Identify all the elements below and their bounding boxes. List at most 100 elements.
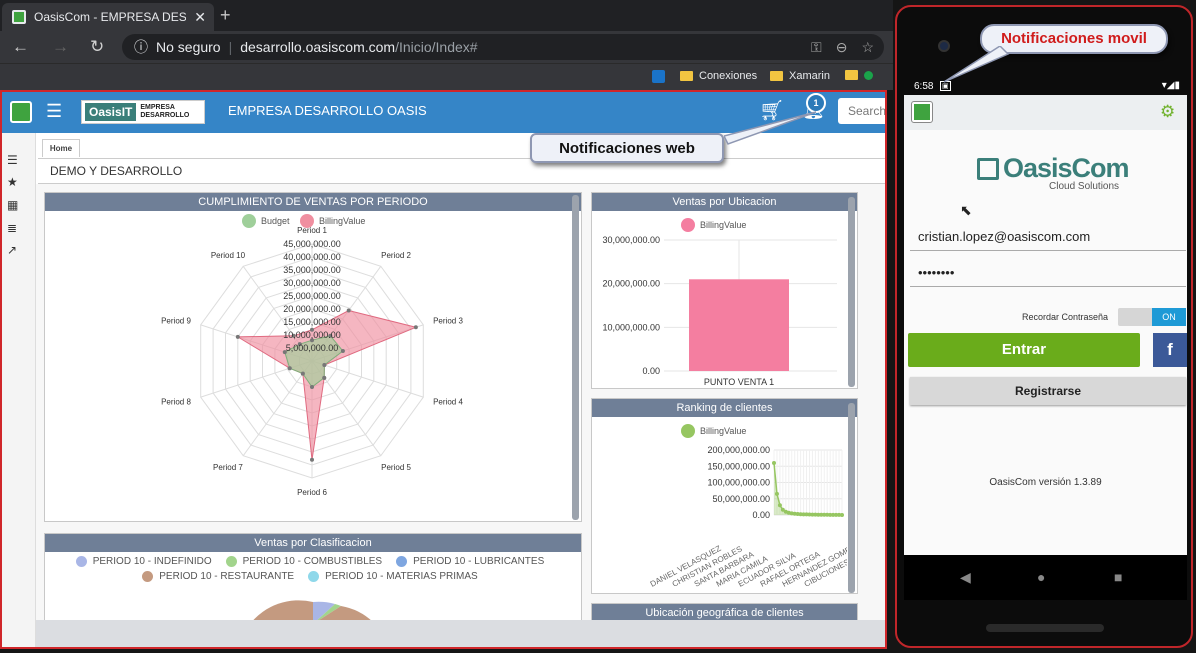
zoom-icon[interactable]: ⊖ (836, 39, 848, 56)
favicon-icon (12, 10, 26, 24)
bar-category-label: PUNTO VENTA 1 (704, 377, 774, 387)
pie-legend-swatch (225, 556, 237, 567)
key-icon[interactable]: ⚿ (811, 39, 822, 56)
bar-tick-label: 20,000,000.00 (602, 279, 660, 289)
pie-legend-item: PERIOD 10 - INDEFINIDO (75, 556, 212, 567)
left-rail: ☰ ★ ▦ ≣ ↗ (2, 133, 36, 648)
brand-logo-text: OasisIT (85, 103, 137, 121)
ranking-point (774, 491, 779, 496)
line-legend-label: BillingValue (700, 426, 746, 436)
recents-nav-icon[interactable]: ■ (1114, 569, 1122, 585)
pie-legend-row: PERIOD 10 - RESTAURANTE PERIOD 10 - MATER… (45, 571, 575, 582)
radar-tick-label: 35,000,000.00 (283, 265, 341, 275)
register-button[interactable]: Registrarse (910, 377, 1186, 405)
bar-tick-label: 10,000,000.00 (602, 322, 660, 332)
facebook-button[interactable]: f (1153, 333, 1187, 367)
info-icon[interactable]: ⓘ (134, 37, 148, 57)
radar-category-label: Period 7 (213, 463, 243, 472)
table-icon[interactable]: ≣ (7, 221, 17, 235)
app-logo-icon[interactable] (10, 101, 32, 123)
logo-tagline: Cloud Solutions (1049, 181, 1120, 192)
line-tick-label: 0.00 (752, 510, 770, 520)
radar-tick-label: 15,000,000.00 (283, 317, 341, 327)
line-tick-label: 100,000,000.00 (707, 478, 770, 488)
gear-icon[interactable]: ⚙ (1160, 102, 1175, 122)
ranking-title: Ranking de clientes (592, 399, 857, 417)
pie-legend-label: PERIOD 10 - COMBUSTIBLES (242, 556, 383, 567)
radar-category-label: Period 4 (433, 397, 463, 406)
location-title: Ventas por Ubicacion (592, 193, 857, 211)
radar-point (310, 457, 314, 462)
trend-icon[interactable]: ↗ (7, 243, 17, 257)
bar-legend-label: BillingValue (700, 220, 746, 230)
radar-tick-label: 10,000,000.00 (283, 330, 341, 340)
radar-category-label: Period 1 (297, 226, 327, 235)
tab-home[interactable]: Home (42, 139, 80, 157)
browser-chrome: OasisCom - EMPRESA DESARROLLO ✕ + ← → ↻ … (0, 0, 893, 90)
line-tick-label: 50,000,000.00 (712, 494, 770, 504)
back-icon[interactable]: ← (12, 37, 29, 57)
email-field[interactable]: cristian.lopez@oasiscom.com (910, 229, 1186, 251)
login-button[interactable]: Entrar (908, 333, 1140, 367)
calendar-icon[interactable]: ▦ (7, 198, 18, 212)
status-time: 6:58 (914, 81, 934, 92)
bookmark-conexiones[interactable]: Conexiones (680, 70, 757, 82)
remember-toggle[interactable]: ON (1118, 308, 1186, 326)
classification-pie-chart (251, 600, 373, 622)
star-favorite-icon[interactable]: ☆ (861, 39, 874, 56)
radar-point (300, 371, 305, 376)
android-phone: 6:58 ▣ ▾◢▮ ⚙ OasisCom Cloud Solutions ⬉ … (895, 5, 1193, 648)
radar-category-label: Period 8 (161, 397, 191, 406)
ranking-line (773, 462, 843, 516)
pie-legend-label: PERIOD 10 - MATERIAS PRIMAS (325, 571, 478, 582)
radar-category-label: Period 2 (381, 251, 411, 260)
pie-legend-item: PERIOD 10 - MATERIAS PRIMAS (308, 571, 478, 582)
speaker-grille (986, 624, 1104, 632)
password-field[interactable]: •••••••• (910, 265, 1186, 287)
pie-legend-swatch (75, 556, 87, 567)
radar-point (340, 348, 345, 353)
location-panel: Ventas por Ubicacion BillingValue 30,000,… (591, 192, 858, 389)
bookmark-folder[interactable] (845, 70, 873, 80)
pie-legend-item: PERIOD 10 - COMBUSTIBLES (225, 556, 383, 567)
security-label: No seguro (156, 39, 221, 55)
close-tab-icon[interactable]: ✕ (194, 9, 206, 26)
mobile-app-bar: ⚙ (904, 95, 1187, 130)
bookmark-xamarin[interactable]: Xamarin (770, 70, 830, 82)
list-icon[interactable]: ☰ (7, 153, 18, 167)
outlook-icon[interactable] (652, 70, 665, 83)
radar-tick-label: 20,000,000.00 (283, 304, 341, 314)
mouse-cursor-icon: ⬉ (960, 202, 972, 218)
radar-spoke (311, 360, 424, 398)
radar-legend-0-label: Budget (261, 216, 290, 226)
search-input[interactable]: Search (838, 98, 886, 124)
bar-tick-label: 0.00 (642, 366, 660, 376)
oasiscom-logo: OasisCom Cloud Solutions (977, 153, 1130, 192)
folder-icon (845, 70, 858, 80)
scrollbar[interactable] (572, 195, 579, 520)
scrollbar[interactable] (848, 197, 855, 387)
ranking-point (772, 461, 776, 465)
home-nav-icon[interactable]: ● (1037, 569, 1045, 585)
scrollbar[interactable] (848, 403, 855, 593)
pie-legend-label: PERIOD 10 - LUBRICANTES (413, 556, 545, 567)
forward-icon[interactable]: → (52, 37, 69, 57)
browser-tab[interactable]: OasisCom - EMPRESA DESARROLLO ✕ (2, 3, 214, 31)
ranking-point (777, 503, 782, 508)
brand-sub2: DESARROLLO (140, 112, 190, 119)
radar-point (346, 308, 351, 313)
location-bar-chart: BillingValue 30,000,000.00 20,000,000.00 10… (602, 218, 837, 387)
reload-icon[interactable]: ↻ (90, 37, 104, 57)
web-notification-callout: Notificaciones web (530, 133, 724, 163)
android-nav-bar: ◀ ● ■ (904, 555, 1187, 600)
url-field[interactable]: ⓘ No seguro | desarrollo.oasiscom.com/In… (122, 34, 884, 60)
star-icon[interactable]: ★ (7, 175, 18, 189)
radar-legend-0-swatch (242, 214, 256, 228)
address-bar: ← → ↻ ⓘ No seguro | desarrollo.oasiscom.… (0, 31, 893, 63)
ranking-panel: Ranking de clientes BillingValue 200,000,… (591, 398, 858, 594)
new-tab-button[interactable]: + (220, 5, 231, 26)
menu-icon[interactable]: ☰ (46, 101, 62, 122)
pie-legend-item: PERIOD 10 - RESTAURANTE (142, 571, 294, 582)
back-nav-icon[interactable]: ◀ (960, 569, 971, 586)
url-path: /Inicio/Index# (395, 39, 478, 55)
